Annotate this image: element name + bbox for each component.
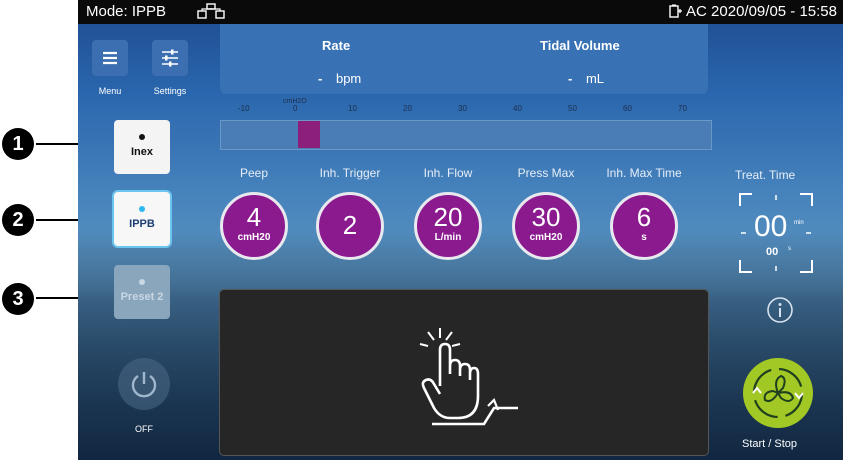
mode-indicator-dot xyxy=(139,206,145,212)
timer-seconds-unit: s xyxy=(788,246,791,252)
rate-unit: bpm xyxy=(335,71,362,86)
status-bar: Mode: IPPB AC 2020/09/05 - 15:58 xyxy=(78,0,843,24)
scale-tick-label: 20 xyxy=(403,104,412,113)
timer-minutes-unit: min xyxy=(794,220,804,226)
inh-max-time-label: Inh. Max Time xyxy=(606,166,682,180)
treat-time-display: 00 min 00 s xyxy=(738,192,814,274)
inh-trigger-setting[interactable]: 2 xyxy=(316,192,384,260)
scale-tick-label: 70 xyxy=(678,104,687,113)
scale-unit: cmH2O xyxy=(283,98,307,105)
mode-indicator-dot xyxy=(139,134,145,140)
mode-ippb-label: IPPB xyxy=(129,218,155,230)
power-icon xyxy=(131,372,157,398)
touch-trigger-panel[interactable] xyxy=(220,290,708,455)
callout-3: 3 xyxy=(2,283,34,315)
scale-bar xyxy=(220,120,712,150)
scale-tick-label: 0 xyxy=(293,104,298,113)
scale-tick-label: 10 xyxy=(348,104,357,113)
network-icon xyxy=(197,3,225,19)
scale-tick-label: -10 xyxy=(238,104,250,113)
scale-tick-label: 40 xyxy=(513,104,522,113)
pressure-scale: -10 0 10 20 30 40 50 60 70 cmH2O xyxy=(220,98,712,150)
scale-tick-label: 50 xyxy=(568,104,577,113)
device-screen: Mode: IPPB AC 2020/09/05 - 15:58 Menu Se… xyxy=(78,0,843,460)
scale-tick-label: 60 xyxy=(623,104,632,113)
treat-time-label: Treat. Time xyxy=(735,168,796,182)
mode-preset2-label: Preset 2 xyxy=(120,291,164,303)
press-max-label: Press Max xyxy=(517,166,575,180)
timer-seconds: 00 xyxy=(766,246,779,258)
rate-number: - xyxy=(318,71,323,86)
tidal-volume-number: - xyxy=(568,71,573,86)
inh-max-time-value: 6 xyxy=(636,202,652,232)
peep-unit: cmH20 xyxy=(237,232,271,243)
ac-datetime: AC 2020/09/05 - 15:58 xyxy=(686,3,837,20)
callout-1: 1 xyxy=(2,128,34,160)
mode-preset2-button[interactable]: Preset 2 xyxy=(114,265,170,319)
inh-flow-value: 20 xyxy=(433,202,463,232)
status-right: AC 2020/09/05 - 15:58 xyxy=(669,0,837,24)
menu-label: Menu xyxy=(98,86,122,96)
inh-trigger-label: Inh. Trigger xyxy=(319,166,381,180)
tidal-volume-value: - mL xyxy=(568,71,604,86)
hand-tap-icon xyxy=(419,328,518,426)
peep-value: 4 xyxy=(246,202,262,232)
pressure-marker xyxy=(298,121,320,148)
sliders-icon xyxy=(162,49,178,67)
inh-flow-label: Inh. Flow xyxy=(423,166,473,180)
hamburger-icon xyxy=(103,51,117,65)
fan-cycle-icon xyxy=(752,367,804,419)
press-max-value: 30 xyxy=(531,202,561,232)
off-label: OFF xyxy=(135,424,153,434)
inh-max-time-setting[interactable]: 6 s xyxy=(610,192,678,260)
mode-inex-label: Inex xyxy=(130,146,153,158)
tidal-volume-label: Tidal Volume xyxy=(540,38,620,53)
inh-max-time-unit: s xyxy=(641,232,647,243)
info-button[interactable] xyxy=(766,296,794,324)
inh-flow-unit: L/min xyxy=(434,232,462,243)
mode-ippb-button[interactable]: IPPB xyxy=(114,192,170,246)
inh-trigger-value: 2 xyxy=(342,210,358,240)
rate-volume-readout: Rate - bpm Tidal Volume - mL xyxy=(220,24,708,94)
tidal-volume-unit: mL xyxy=(585,71,605,86)
peep-label: Peep xyxy=(239,166,269,180)
power-button[interactable] xyxy=(118,358,170,410)
mode-indicator-dot xyxy=(139,279,145,285)
settings-button[interactable] xyxy=(152,40,188,76)
peep-setting[interactable]: 4 cmH20 xyxy=(220,192,288,260)
rate-value: - bpm xyxy=(318,71,361,86)
start-stop-button[interactable] xyxy=(743,358,813,428)
scale-tick-label: 30 xyxy=(458,104,467,113)
timer-minutes: 00 xyxy=(754,210,788,243)
settings-label: Settings xyxy=(153,86,187,96)
battery-plug-icon xyxy=(669,4,682,18)
press-max-unit: cmH20 xyxy=(529,232,563,243)
inh-flow-setting[interactable]: 20 L/min xyxy=(414,192,482,260)
info-icon xyxy=(767,297,793,323)
rate-label: Rate xyxy=(322,38,351,53)
mode-inex-button[interactable]: Inex xyxy=(114,120,170,174)
callout-2: 2 xyxy=(2,204,34,236)
mode-status: Mode: IPPB xyxy=(86,3,167,20)
menu-button[interactable] xyxy=(92,40,128,76)
start-stop-label: Start / Stop xyxy=(742,438,798,450)
press-max-setting[interactable]: 30 cmH20 xyxy=(512,192,580,260)
